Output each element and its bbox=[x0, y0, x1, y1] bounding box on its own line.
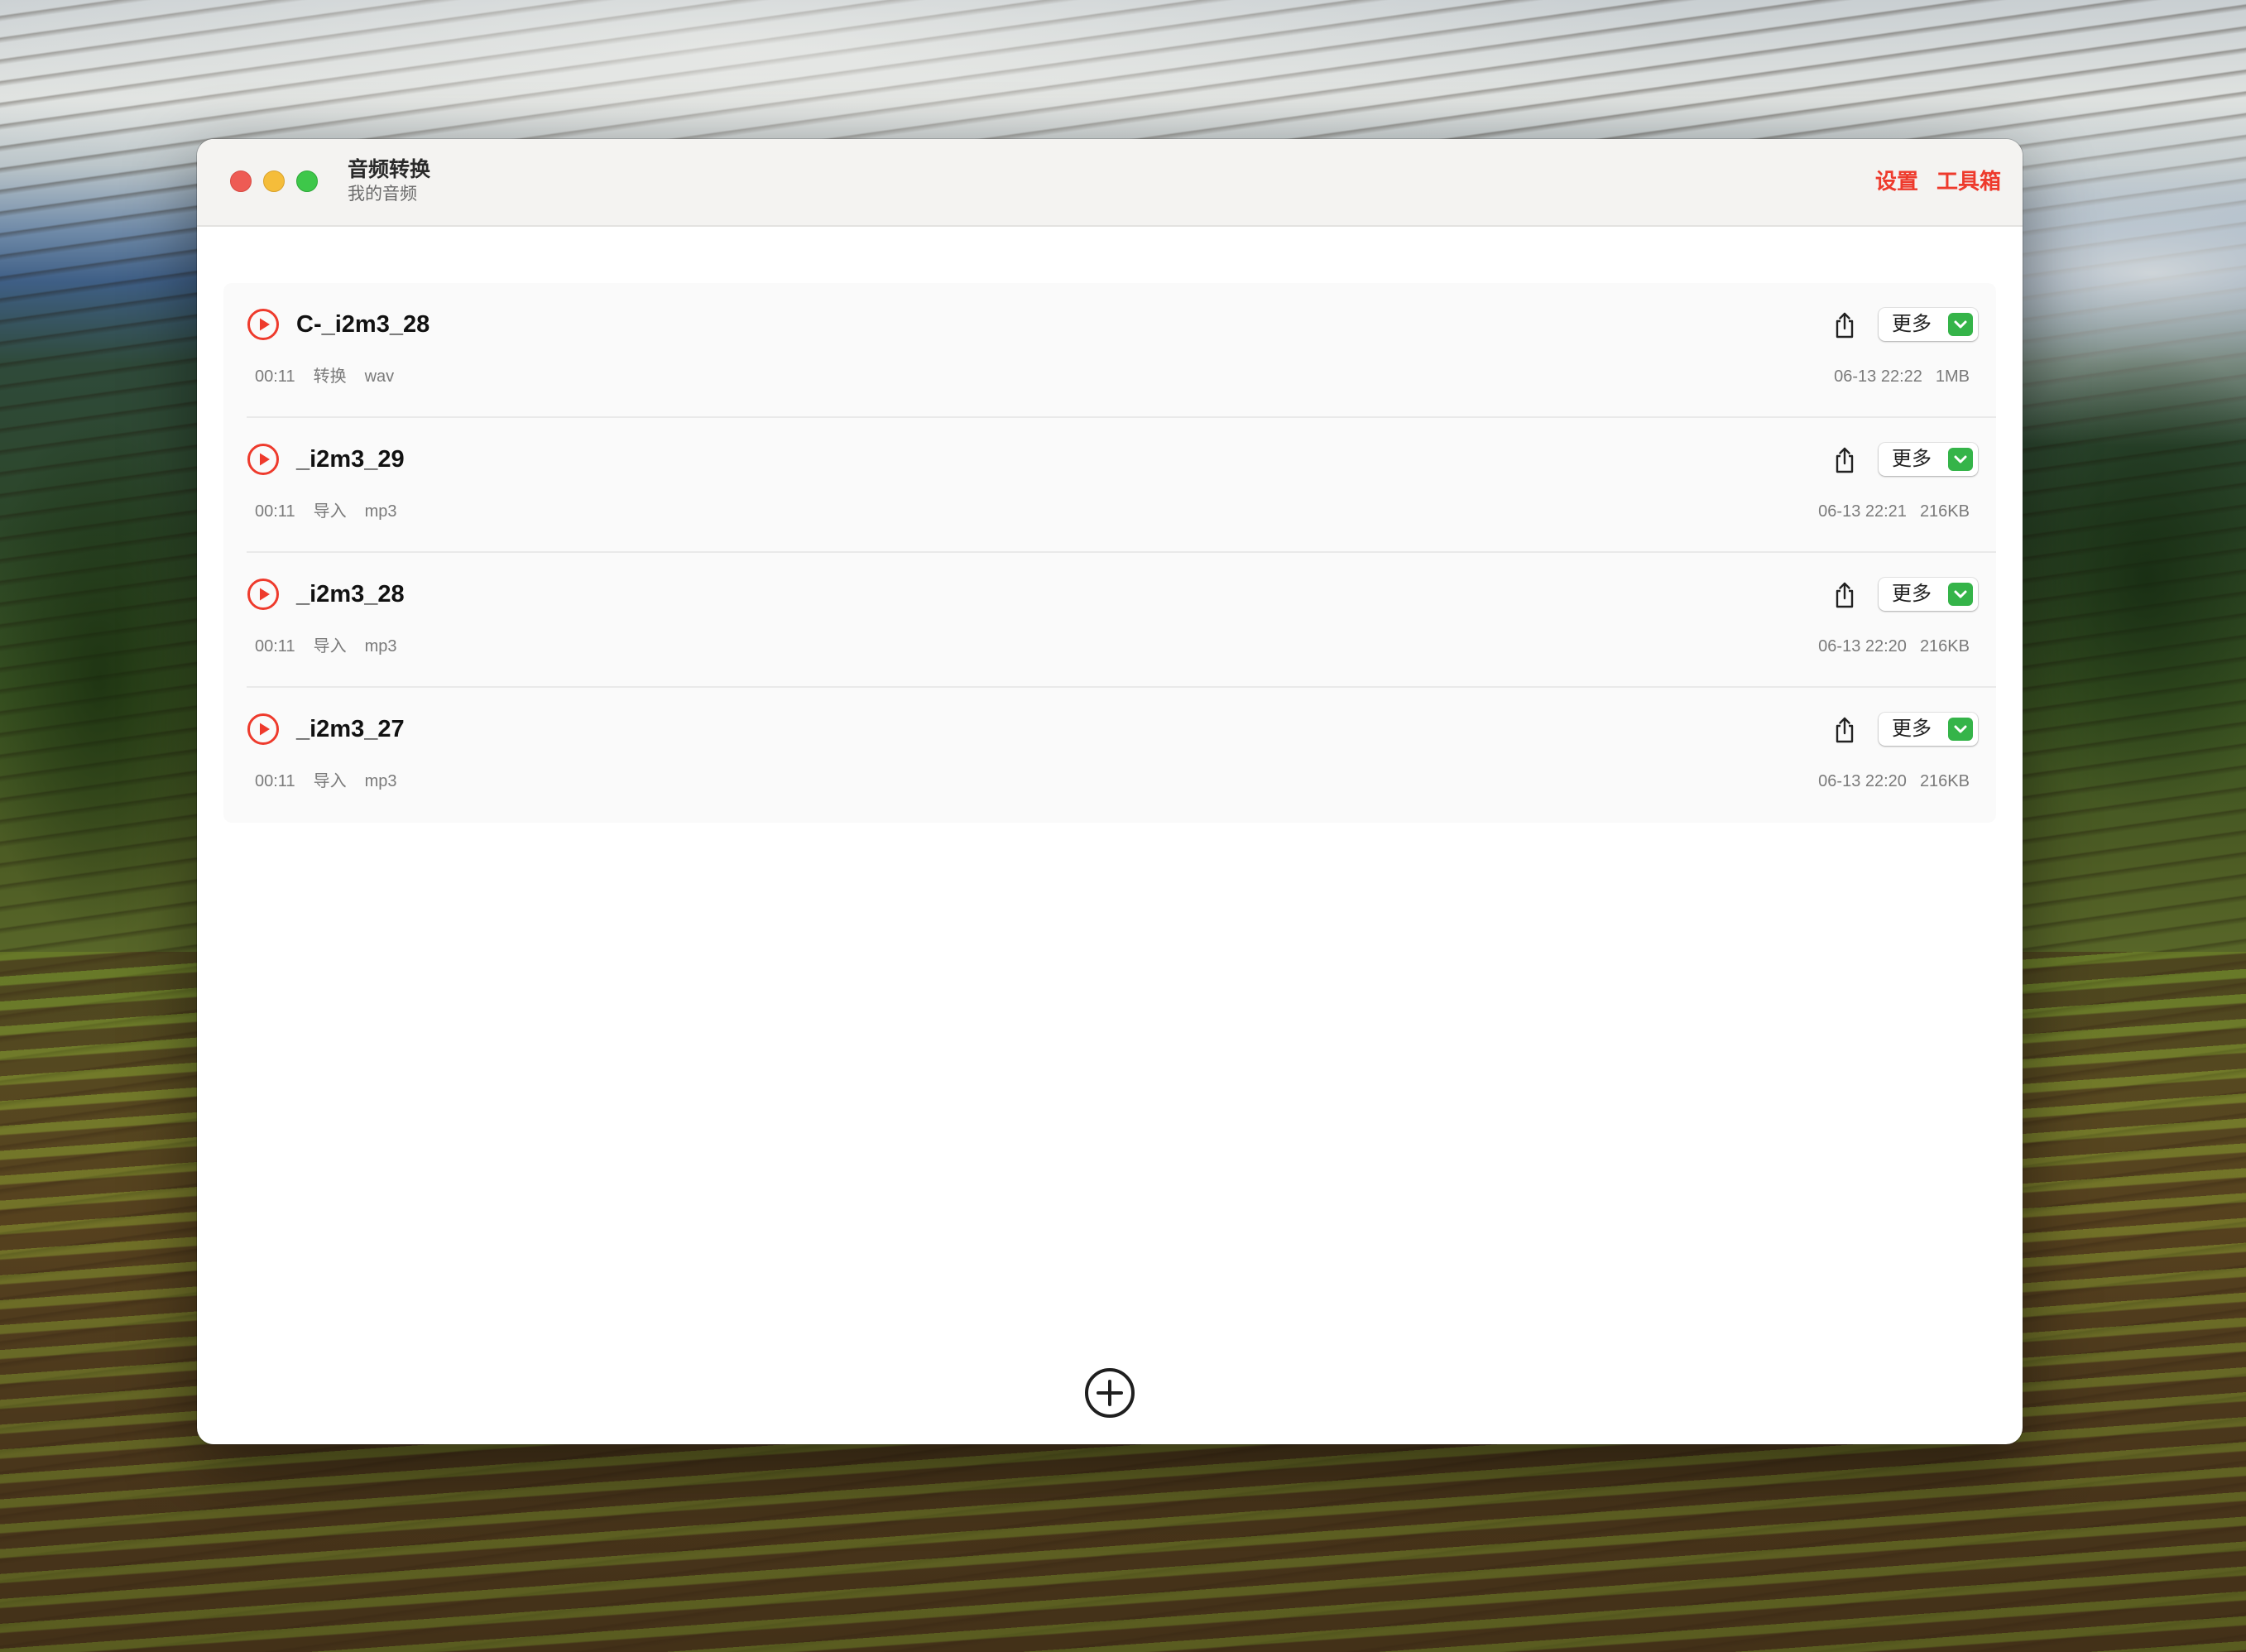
more-menu-button[interactable]: 更多 bbox=[1879, 443, 1978, 476]
audio-list: C-_i2m3_28 00:11 转换 wav 06-13 22:22 1MB … bbox=[223, 283, 1996, 823]
wallpaper-trees-right bbox=[1998, 315, 2246, 894]
audio-size: 216KB bbox=[1919, 772, 1970, 790]
more-menu-button[interactable]: 更多 bbox=[1879, 308, 1978, 341]
header-actions: 设置 工具箱 bbox=[1875, 169, 2001, 194]
audio-date: 06-13 22:21 bbox=[1818, 502, 1907, 521]
play-button[interactable] bbox=[247, 308, 280, 341]
audio-format: wav bbox=[364, 367, 395, 386]
audio-list-item[interactable]: _i2m3_27 00:11 导入 mp3 06-13 22:20 216KB … bbox=[223, 688, 1996, 823]
audio-list-item[interactable]: _i2m3_28 00:11 导入 mp3 06-13 22:20 216KB … bbox=[223, 553, 1996, 688]
audio-name: _i2m3_27 bbox=[296, 716, 405, 742]
play-circle-icon bbox=[247, 444, 279, 475]
audio-meta-right: 06-13 22:22 1MB bbox=[1834, 366, 1970, 387]
audio-source: 导入 bbox=[313, 502, 347, 521]
app-window: 音频转换 我的音频 设置 工具箱 C-_i2m3_28 00:11 转换 wav… bbox=[197, 139, 2023, 1444]
chevron-down-icon bbox=[1948, 718, 1973, 741]
audio-meta-right: 06-13 22:20 216KB bbox=[1818, 636, 1970, 657]
audio-name: C-_i2m3_28 bbox=[296, 311, 430, 338]
audio-name: _i2m3_28 bbox=[296, 581, 405, 607]
audio-source: 导入 bbox=[313, 772, 347, 790]
share-button[interactable] bbox=[1832, 581, 1857, 609]
more-menu-button[interactable]: 更多 bbox=[1879, 578, 1978, 611]
share-icon bbox=[1836, 447, 1854, 473]
more-label: 更多 bbox=[1892, 718, 1932, 740]
page-subtitle: 我的音频 bbox=[348, 185, 417, 204]
audio-format: mp3 bbox=[364, 772, 397, 790]
audio-format: mp3 bbox=[364, 637, 397, 656]
audio-name: _i2m3_29 bbox=[296, 446, 405, 473]
play-button[interactable] bbox=[247, 713, 280, 746]
audio-duration: 00:11 bbox=[255, 367, 295, 386]
audio-list-item[interactable]: C-_i2m3_28 00:11 转换 wav 06-13 22:22 1MB … bbox=[223, 283, 1996, 418]
audio-duration: 00:11 bbox=[255, 772, 295, 790]
audio-meta-left: 00:11 导入 mp3 bbox=[255, 636, 396, 657]
close-window-button[interactable] bbox=[230, 170, 252, 192]
share-icon bbox=[1836, 582, 1854, 608]
audio-meta-left: 00:11 转换 wav bbox=[255, 366, 394, 387]
audio-size: 216KB bbox=[1919, 502, 1970, 521]
more-label: 更多 bbox=[1892, 313, 1932, 335]
title-bar[interactable]: 音频转换 我的音频 设置 工具箱 bbox=[197, 139, 2023, 227]
more-label: 更多 bbox=[1892, 448, 1932, 470]
share-button[interactable] bbox=[1832, 446, 1857, 474]
audio-date: 06-13 22:22 bbox=[1834, 367, 1922, 386]
chevron-down-icon bbox=[1948, 583, 1973, 606]
audio-source: 转换 bbox=[313, 367, 347, 386]
share-button[interactable] bbox=[1832, 311, 1857, 339]
add-audio-button[interactable] bbox=[1083, 1366, 1136, 1419]
audio-date: 06-13 22:20 bbox=[1818, 637, 1907, 656]
audio-duration: 00:11 bbox=[255, 502, 295, 521]
minimize-window-button[interactable] bbox=[263, 170, 285, 192]
audio-size: 216KB bbox=[1919, 637, 1970, 656]
play-circle-icon bbox=[247, 579, 279, 610]
audio-meta-right: 06-13 22:20 216KB bbox=[1818, 771, 1970, 792]
audio-meta-right: 06-13 22:21 216KB bbox=[1818, 501, 1970, 522]
toolbox-button[interactable]: 工具箱 bbox=[1936, 169, 2001, 194]
audio-meta-left: 00:11 导入 mp3 bbox=[255, 771, 396, 792]
play-button[interactable] bbox=[247, 578, 280, 611]
play-button[interactable] bbox=[247, 443, 280, 476]
audio-date: 06-13 22:20 bbox=[1818, 772, 1907, 790]
settings-button[interactable]: 设置 bbox=[1875, 169, 1918, 194]
audio-duration: 00:11 bbox=[255, 637, 295, 656]
share-icon bbox=[1836, 312, 1854, 339]
share-button[interactable] bbox=[1832, 716, 1857, 744]
plus-circle-icon bbox=[1085, 1368, 1135, 1418]
chevron-down-icon bbox=[1948, 448, 1973, 471]
share-icon bbox=[1836, 717, 1854, 743]
play-circle-icon bbox=[247, 309, 279, 340]
more-menu-button[interactable]: 更多 bbox=[1879, 713, 1978, 746]
zoom-window-button[interactable] bbox=[296, 170, 318, 192]
audio-meta-left: 00:11 导入 mp3 bbox=[255, 501, 396, 522]
more-label: 更多 bbox=[1892, 583, 1932, 605]
audio-source: 导入 bbox=[313, 637, 347, 656]
audio-format: mp3 bbox=[364, 502, 397, 521]
chevron-down-icon bbox=[1948, 313, 1973, 336]
app-title: 音频转换 bbox=[348, 158, 431, 181]
audio-size: 1MB bbox=[1935, 367, 1970, 386]
wallpaper-trees-left bbox=[0, 348, 199, 1010]
audio-list-item[interactable]: _i2m3_29 00:11 导入 mp3 06-13 22:21 216KB … bbox=[223, 418, 1996, 553]
play-circle-icon bbox=[247, 713, 279, 745]
